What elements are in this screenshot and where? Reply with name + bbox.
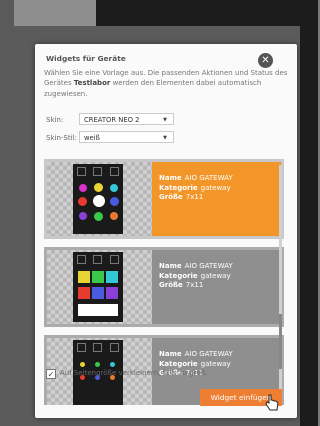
widget-name: AIO GATEWAY xyxy=(184,350,233,358)
category-label: Kategorie xyxy=(159,359,198,368)
background-right xyxy=(300,26,318,426)
background-dark-bar xyxy=(96,0,318,26)
size-label: Größe xyxy=(159,281,183,290)
name-label: Name xyxy=(159,174,182,182)
chevron-down-icon: ▼ xyxy=(163,135,167,141)
remote-header xyxy=(73,164,123,179)
size-label: Größe xyxy=(159,193,183,202)
dialog-title: Widgets für Geräte xyxy=(46,54,126,63)
skin-style-select[interactable]: weiß ▼ xyxy=(79,131,174,143)
widget-info: Name AIO GATEWAY Kategorie gateway Größe 7x… xyxy=(159,262,233,291)
skin-label: Skin: xyxy=(46,116,64,124)
widget-category: gateway xyxy=(200,359,231,368)
widget-size: 7x11 xyxy=(185,193,204,202)
widget-category: gateway xyxy=(200,271,231,280)
device-name: Testlabor xyxy=(73,79,111,88)
widget-dialog: Widgets für Geräte ✕ Wählen Sie eine Vor… xyxy=(35,44,297,418)
close-icon[interactable]: ✕ xyxy=(258,53,273,68)
name-label: Name xyxy=(159,262,182,270)
widget-size: 7x11 xyxy=(185,281,204,290)
list-scrollbar-thumb[interactable] xyxy=(279,314,282,369)
widget-category: gateway xyxy=(200,183,231,192)
widget-card[interactable]: Name AIO GATEWAY Kategorie gateway Größe 7x… xyxy=(44,247,284,327)
widget-name: AIO GATEWAY xyxy=(184,174,233,182)
remote-preview xyxy=(73,252,123,322)
background-left xyxy=(0,0,14,426)
widget-card[interactable]: Name AIO GATEWAY Kategorie gateway Größe 7x… xyxy=(44,159,284,239)
remote-header xyxy=(73,252,123,267)
shrink-checkbox[interactable]: ✓ xyxy=(46,369,56,379)
skin-select[interactable]: CREATOR NEO 2 ▼ xyxy=(79,113,174,125)
remote-header xyxy=(73,340,123,355)
skin-select-value: CREATOR NEO 2 xyxy=(84,116,140,124)
dialog-description: Wählen Sie eine Vorlage aus. Die passend… xyxy=(44,68,288,99)
widget-thumbnail xyxy=(47,250,152,324)
skin-style-label: Skin-Stil: xyxy=(46,134,77,142)
chevron-down-icon: ▼ xyxy=(163,117,167,123)
widget-thumbnail xyxy=(47,162,152,236)
category-label: Kategorie xyxy=(159,183,198,192)
remote-preview xyxy=(73,164,123,234)
skin-style-select-value: weiß xyxy=(84,134,100,142)
hand-cursor-icon xyxy=(265,394,279,411)
category-label: Kategorie xyxy=(159,271,198,280)
widget-name: AIO GATEWAY xyxy=(184,262,233,270)
widget-info: Name AIO GATEWAY Kategorie gateway Größe 7x… xyxy=(159,174,233,203)
name-label: Name xyxy=(159,350,182,358)
shrink-checkbox-label: Auf Seitengröße verkleinern, falls zu gr… xyxy=(60,369,208,377)
